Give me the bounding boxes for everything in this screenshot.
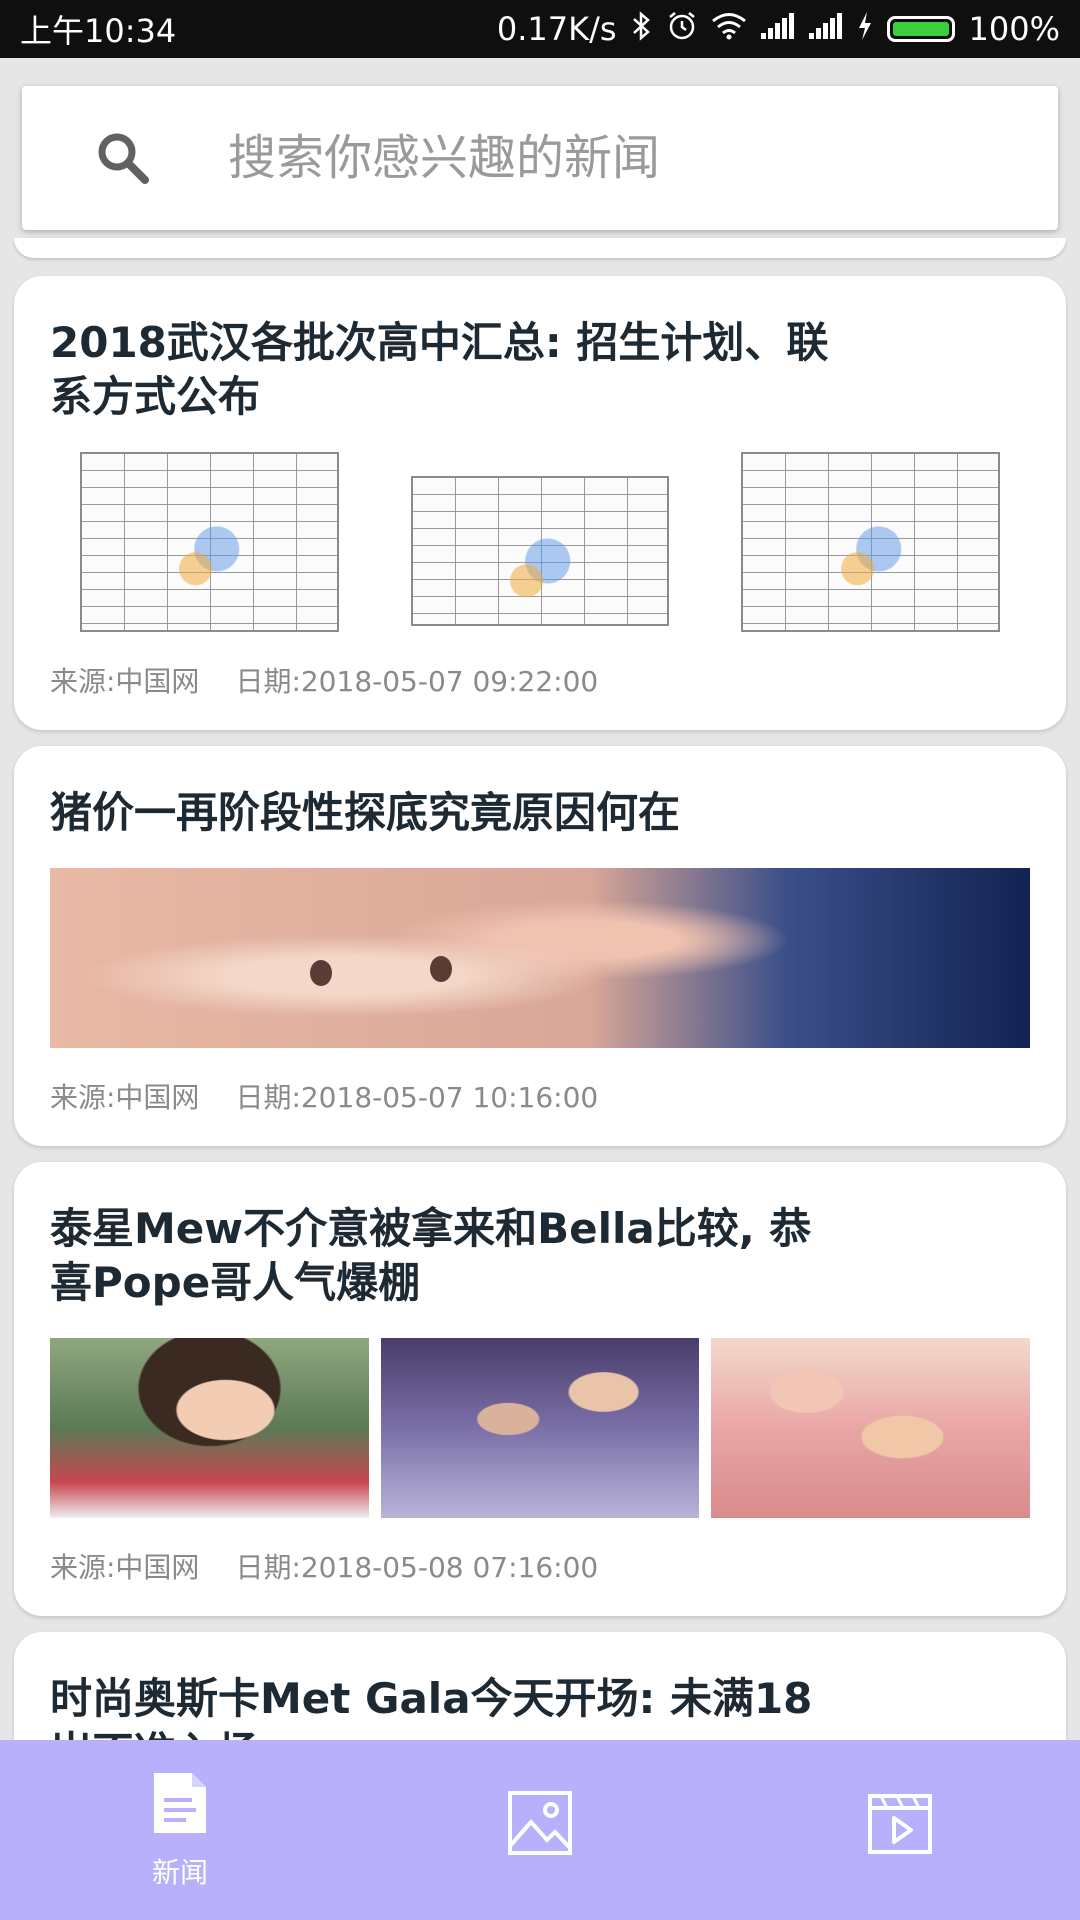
news-date: 日期:2018-05-07 09:22:00 xyxy=(235,665,599,698)
status-bar: 上午10:34 0.17K/s 100% xyxy=(0,0,1080,58)
signal-icon xyxy=(760,13,795,45)
news-document-icon xyxy=(150,1770,210,1851)
news-thumbnail xyxy=(380,452,700,632)
status-indicators: 0.17K/s 100% xyxy=(497,10,1060,48)
news-card[interactable]: 时尚奥斯卡Met Gala今天开场: 未满18岁不准入场 xyxy=(14,1632,1066,1740)
video-icon xyxy=(867,1790,933,1871)
charging-icon xyxy=(857,12,873,46)
news-source: 来源:中国网 xyxy=(50,665,200,698)
news-thumbnail xyxy=(380,1338,700,1518)
bottom-navigation: 新闻 xyxy=(0,1740,1080,1920)
previous-card-edge xyxy=(14,238,1066,258)
alarm-icon xyxy=(667,11,697,47)
news-card[interactable]: 泰星Mew不介意被拿来和Bella比较, 恭喜Pope哥人气爆棚 来源:中国网 … xyxy=(14,1162,1066,1616)
news-image xyxy=(50,868,1030,1048)
news-card[interactable]: 猪价一再阶段性探底究竟原因何在 来源:中国网 日期:2018-05-07 10:… xyxy=(14,746,1066,1146)
tab-pictures[interactable] xyxy=(360,1740,720,1920)
news-source: 来源:中国网 xyxy=(50,1551,200,1584)
news-thumbnail xyxy=(711,1338,1031,1518)
news-source: 来源:中国网 xyxy=(50,1081,200,1114)
news-date: 日期:2018-05-07 10:16:00 xyxy=(235,1081,599,1114)
news-meta: 来源:中国网 日期:2018-05-07 09:22:00 xyxy=(50,660,1030,700)
news-title: 2018武汉各批次高中汇总: 招生计划、联系方式公布 xyxy=(50,318,829,421)
search-icon[interactable] xyxy=(78,113,168,203)
news-thumbnail xyxy=(50,1338,369,1518)
tab-news-label: 新闻 xyxy=(151,1855,208,1889)
status-time: 上午10:34 xyxy=(20,12,177,50)
tab-news[interactable]: 新闻 xyxy=(0,1740,360,1920)
tab-video[interactable] xyxy=(720,1740,1080,1920)
news-thumbnails xyxy=(50,452,1031,632)
picture-icon xyxy=(507,1790,573,1871)
news-meta: 来源:中国网 日期:2018-05-08 07:16:00 xyxy=(50,1546,1030,1586)
news-title: 泰星Mew不介意被拿来和Bella比较, 恭喜Pope哥人气爆棚 xyxy=(50,1204,812,1307)
news-title: 时尚奥斯卡Met Gala今天开场: 未满18岁不准入场 xyxy=(50,1674,813,1740)
battery-fill xyxy=(892,22,949,36)
wifi-icon xyxy=(711,12,747,46)
news-feed[interactable]: 2018武汉各批次高中汇总: 招生计划、联系方式公布 来源:中国网 日期:201… xyxy=(0,58,1080,1740)
battery-icon xyxy=(886,16,955,42)
news-date: 日期:2018-05-08 07:16:00 xyxy=(235,1551,599,1584)
search-input[interactable] xyxy=(226,129,1010,187)
network-speed: 0.17K/s xyxy=(496,10,617,48)
news-thumbnail xyxy=(711,452,1031,632)
news-meta: 来源:中国网 日期:2018-05-07 10:16:00 xyxy=(50,1076,1030,1116)
news-title: 猪价一再阶段性探底究竟原因何在 xyxy=(50,788,681,837)
news-thumbnails xyxy=(50,1338,1031,1518)
search-bar[interactable] xyxy=(22,86,1058,230)
signal-icon-2 xyxy=(808,13,843,45)
news-card[interactable]: 2018武汉各批次高中汇总: 招生计划、联系方式公布 来源:中国网 日期:201… xyxy=(14,276,1066,730)
battery-percent: 100% xyxy=(968,10,1060,48)
news-thumbnail xyxy=(50,452,369,632)
bluetooth-icon xyxy=(631,10,653,48)
